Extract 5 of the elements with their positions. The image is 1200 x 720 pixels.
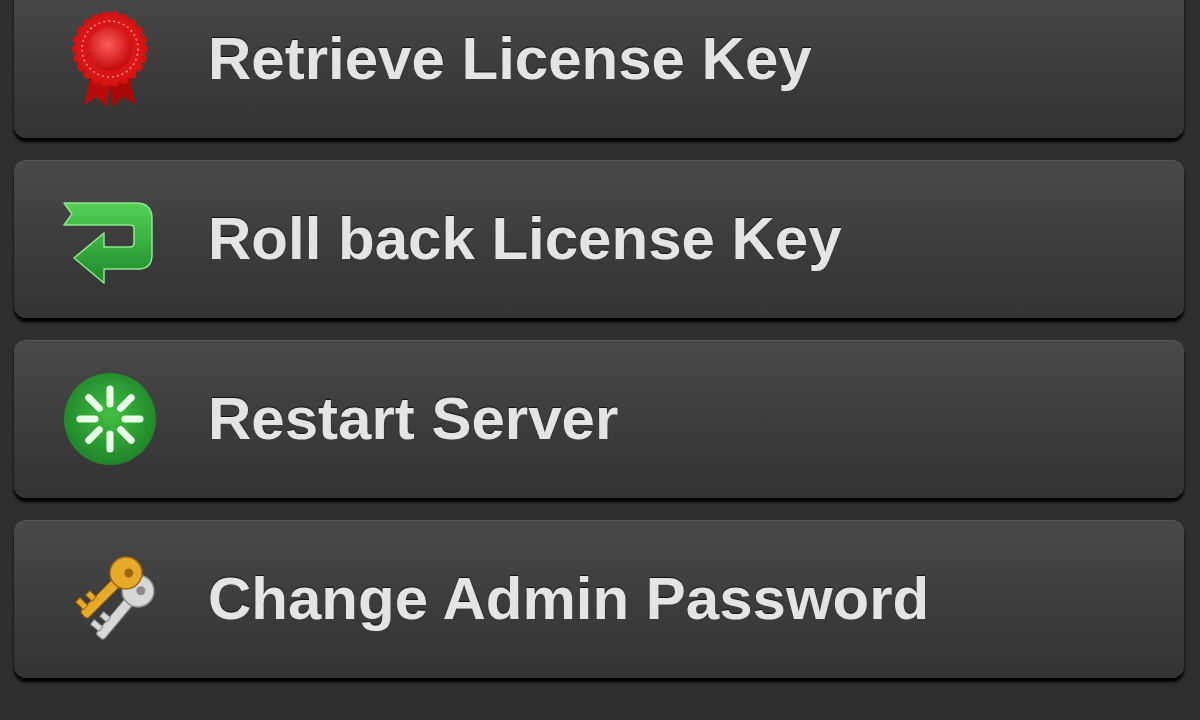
menu-button[interactable]: Restart Server [14, 340, 1184, 498]
menu-button[interactable]: Change Admin Password [14, 520, 1184, 678]
menu-button[interactable]: Retrieve License Key [14, 0, 1184, 138]
menu-button[interactable]: Roll back License Key [14, 160, 1184, 318]
spinner-icon [62, 371, 158, 467]
